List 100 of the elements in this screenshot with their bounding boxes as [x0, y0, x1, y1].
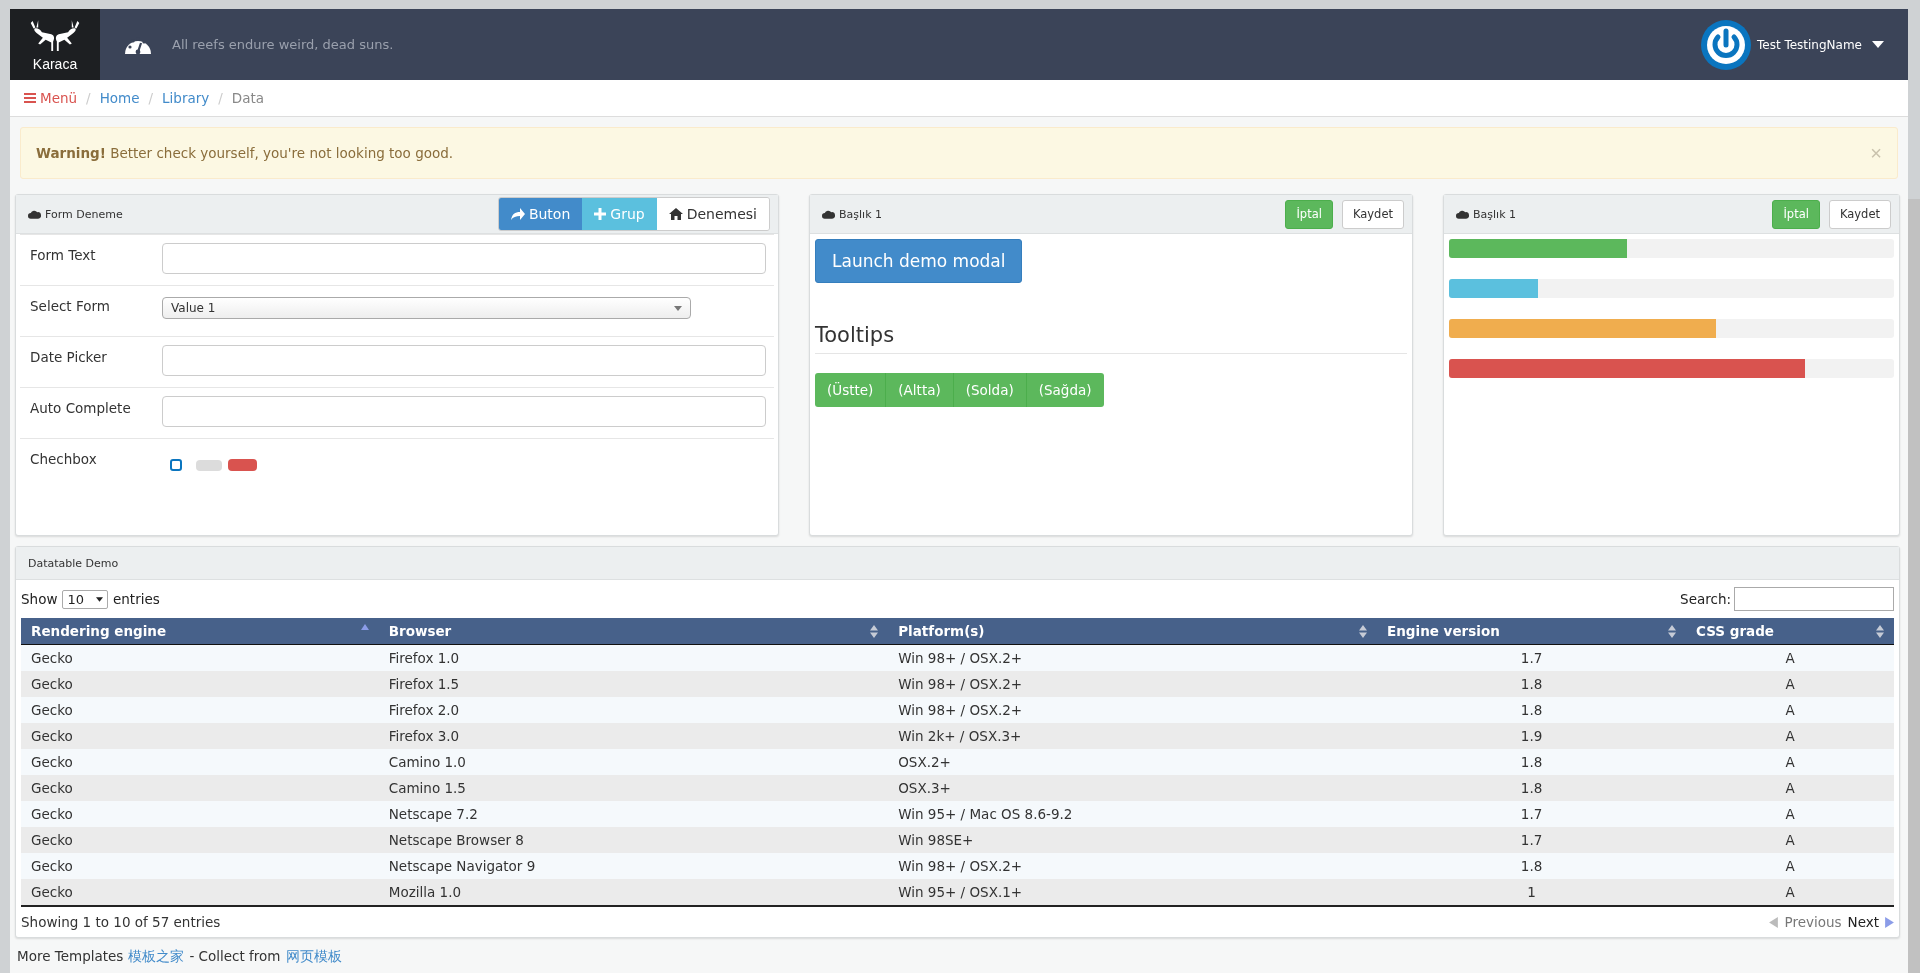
table-cell: OSX.3+ — [888, 775, 1378, 801]
table-cell: Firefox 3.0 — [378, 723, 889, 749]
text-input[interactable] — [162, 345, 766, 376]
column-header[interactable]: CSS grade — [1686, 618, 1894, 645]
group-button[interactable]: Grup — [582, 198, 657, 230]
table-cell: 1.8 — [1377, 853, 1687, 879]
breadcrumb-item: Data — [231, 90, 265, 106]
table-cell: Gecko — [21, 801, 379, 827]
scrollbar[interactable] — [1908, 199, 1920, 973]
table-cell: A — [1686, 723, 1894, 749]
footer-link[interactable]: 网页模板 — [285, 948, 342, 966]
search-field[interactable] — [1734, 587, 1894, 611]
user-name[interactable]: Test TestingName — [1756, 37, 1862, 52]
next-arrow-icon — [1885, 916, 1894, 928]
toggle-switch[interactable] — [196, 459, 222, 471]
field-label: Auto Complete — [30, 399, 132, 416]
menu-link[interactable]: Menü — [24, 90, 78, 106]
save-button[interactable]: Kaydet — [1341, 199, 1404, 229]
tooltip-button[interactable]: (Solda) — [953, 373, 1027, 407]
table-cell: Netscape Browser 8 — [378, 827, 889, 853]
select-dropdown[interactable]: Value 1 — [162, 297, 691, 319]
save-button[interactable]: Kaydet — [1828, 199, 1891, 229]
field-label: Form Text — [30, 246, 97, 263]
table-cell: Mozilla 1.0 — [378, 879, 889, 906]
next-link[interactable]: Next — [1847, 914, 1879, 930]
table-cell: 1.8 — [1377, 697, 1687, 723]
field-label: Chechbox — [30, 450, 98, 467]
field-label: Select Form — [30, 297, 111, 314]
caret-icon[interactable] — [1872, 41, 1884, 48]
share-arrow-icon — [510, 208, 525, 220]
home-icon — [668, 208, 683, 220]
section-heading: Tooltips — [815, 323, 1407, 354]
entries-label: entries — [113, 591, 160, 607]
breadcrumb-item[interactable]: Library — [162, 90, 210, 106]
table-cell: A — [1686, 879, 1894, 906]
table-cell: Win 98+ / OSX.2+ — [888, 644, 1378, 671]
power-avatar-icon[interactable] — [1700, 19, 1751, 70]
panel-title: Başlık 1 — [839, 207, 882, 221]
previous-link[interactable]: Previous — [1784, 914, 1842, 930]
footer-text: - Collect from — [189, 948, 281, 966]
breadcrumb-item[interactable]: Home — [99, 90, 140, 106]
table-cell: 1.8 — [1377, 749, 1687, 775]
table-cell: Win 98+ / OSX.2+ — [888, 671, 1378, 697]
table-cell: Netscape 7.2 — [378, 801, 889, 827]
search-label: Search: — [1680, 591, 1731, 607]
text-input[interactable] — [162, 396, 766, 427]
footer-link[interactable]: 模板之家 — [128, 948, 185, 966]
table-cell: Gecko — [21, 853, 379, 879]
table-cell: A — [1686, 853, 1894, 879]
table-cell: Camino 1.0 — [378, 749, 889, 775]
tagline: All reefs endure weird, dead suns. — [172, 37, 394, 52]
menu-icon — [24, 93, 36, 103]
column-header[interactable]: Engine version — [1377, 618, 1687, 645]
table-cell: Firefox 2.0 — [378, 697, 889, 723]
table-cell: 1.8 — [1377, 775, 1687, 801]
page-size-select[interactable]: 10 — [62, 589, 108, 609]
table-cell: 1.8 — [1377, 671, 1687, 697]
checkbox[interactable] — [170, 459, 182, 471]
breadcrumb-separator: / — [86, 90, 91, 106]
table-cell: A — [1686, 827, 1894, 853]
caret-icon — [674, 305, 682, 311]
toggle-switch[interactable] — [228, 459, 257, 471]
table-cell: 1.7 — [1377, 827, 1687, 853]
table-cell: Win 2k+ / OSX.3+ — [888, 723, 1378, 749]
text-input[interactable] — [162, 243, 766, 274]
column-header[interactable]: Platform(s) — [888, 618, 1378, 645]
cancel-button[interactable]: İptal — [1285, 199, 1333, 229]
footer-text: More Templates — [17, 948, 124, 966]
table-cell: A — [1686, 644, 1894, 671]
column-header[interactable]: Browser — [378, 618, 889, 645]
table-cell: Gecko — [21, 827, 379, 853]
breadcrumb-separator: / — [148, 90, 154, 106]
launch-modal-button[interactable]: Launch demo modal — [815, 239, 1023, 283]
table-cell: Camino 1.5 — [378, 775, 889, 801]
table-cell: A — [1686, 801, 1894, 827]
table-cell: Gecko — [21, 697, 379, 723]
table-cell: Firefox 1.0 — [378, 644, 889, 671]
cloud-icon — [28, 209, 41, 219]
table-cell: Win 98+ / OSX.2+ — [888, 853, 1378, 879]
tooltip-button[interactable]: (Altta) — [886, 373, 954, 407]
group-button[interactable]: Buton — [498, 198, 583, 230]
table-cell: A — [1686, 749, 1894, 775]
table-cell: Gecko — [21, 749, 379, 775]
table-cell: Gecko — [21, 644, 379, 671]
cancel-button[interactable]: İptal — [1772, 199, 1820, 229]
panel-title: Form Deneme — [45, 207, 123, 221]
tooltip-button[interactable]: (Sağda) — [1026, 373, 1104, 407]
table-cell: Win 95+ / Mac OS 8.6-9.2 — [888, 801, 1378, 827]
table-cell: A — [1686, 697, 1894, 723]
logo-block[interactable]: Karaca — [10, 9, 100, 80]
tooltip-button[interactable]: (Üstte) — [815, 373, 887, 407]
table-cell: 1 — [1377, 879, 1687, 906]
field-label: Date Picker — [30, 348, 108, 365]
table-cell: Netscape Navigator 9 — [378, 853, 889, 879]
table-cell: Gecko — [21, 879, 379, 906]
table-cell: OSX.2+ — [888, 749, 1378, 775]
table-cell: Win 95+ / OSX.1+ — [888, 879, 1378, 906]
group-button[interactable]: Denemesi — [656, 198, 769, 230]
column-header[interactable]: Rendering engine — [21, 618, 379, 645]
show-label: Show — [21, 591, 58, 607]
